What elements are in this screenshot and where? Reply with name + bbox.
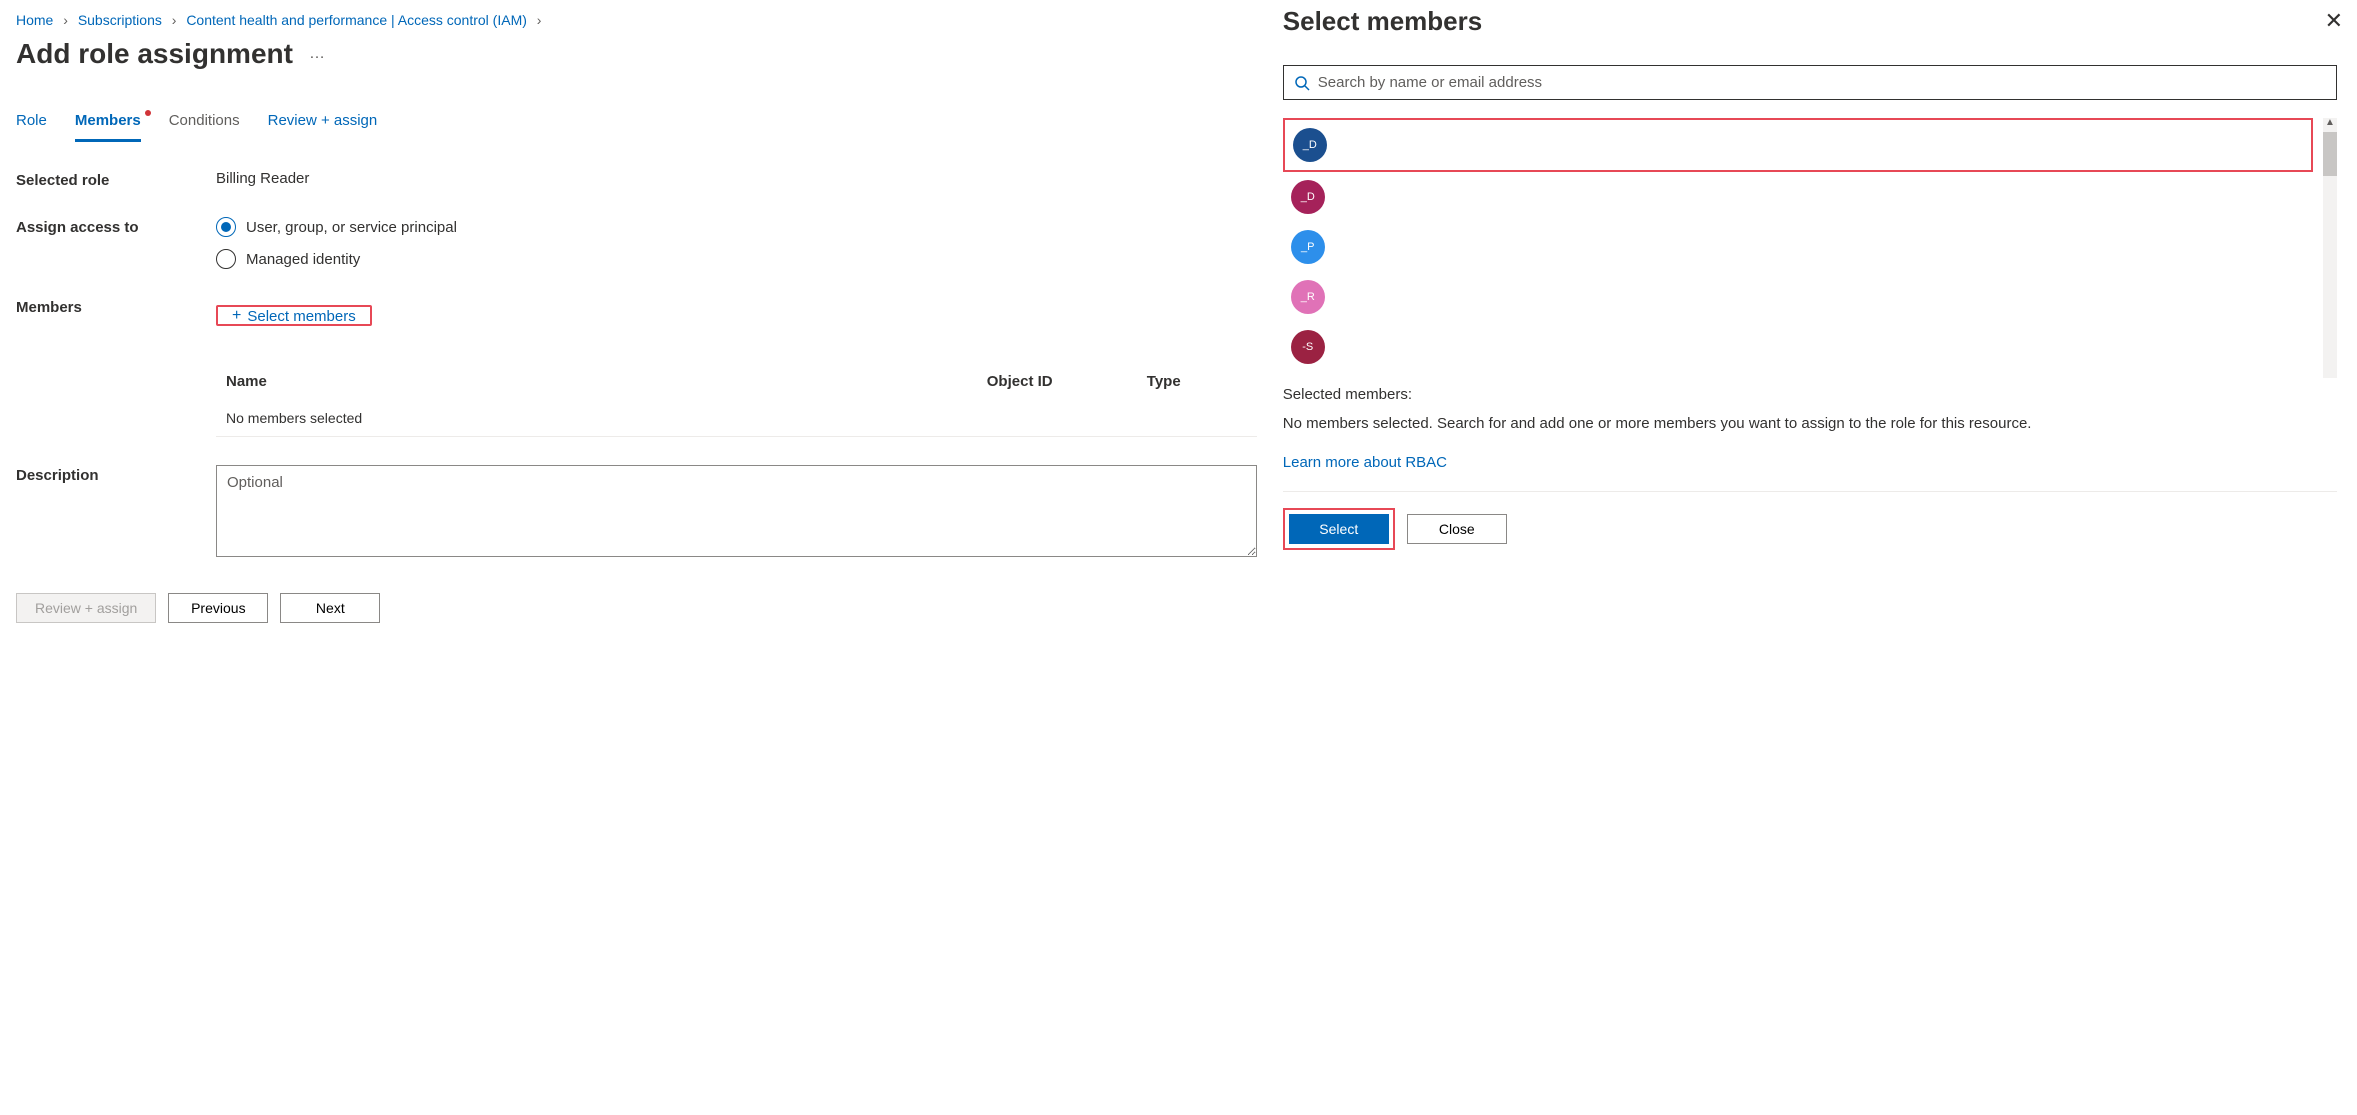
tab-review-assign[interactable]: Review + assign [268,106,378,142]
avatar: _R [1291,280,1325,314]
tab-role[interactable]: Role [16,106,47,142]
selected-members-label: Selected members: [1283,386,2337,403]
select-button[interactable]: Select [1289,514,1389,544]
radio-managed-identity[interactable]: Managed identity [216,249,1257,269]
panel-divider [1283,491,2337,492]
page-title: Add role assignment [16,38,293,70]
search-wrapper [1283,65,2337,100]
description-input[interactable] [216,465,1257,557]
selected-role-value: Billing Reader [216,170,1257,187]
review-assign-button[interactable]: Review + assign [16,593,156,623]
no-members-message: No members selected. Search for and add … [1283,413,2337,436]
selected-role-label: Selected role [16,170,216,189]
chevron-right-icon: › [531,12,548,28]
tab-members[interactable]: Members [75,106,141,142]
close-button[interactable]: Close [1407,514,1507,544]
more-actions-icon[interactable]: … [309,45,327,63]
avatar: -S [1291,330,1325,364]
members-table: Name Object ID Type No members selected [216,363,1257,437]
member-row[interactable]: _D [1283,172,2313,222]
col-header-type: Type [1147,373,1247,390]
learn-rbac-link[interactable]: Learn more about RBAC [1283,454,1447,471]
select-members-highlight: + Select members [216,305,372,326]
avatar: _P [1291,230,1325,264]
member-row[interactable]: _R [1283,272,2313,322]
close-icon[interactable]: ✕ [2325,10,2343,32]
chevron-right-icon: › [166,12,183,28]
description-label: Description [16,465,216,484]
search-icon [1294,75,1310,91]
scroll-up-arrow-icon: ▲ [2323,118,2337,128]
scrollbar-thumb[interactable] [2323,132,2337,176]
breadcrumb-home[interactable]: Home [16,12,53,28]
avatar: _D [1293,128,1327,162]
plus-icon: + [232,307,241,325]
next-button[interactable]: Next [280,593,380,623]
panel-title: Select members [1283,6,2337,37]
tabs: Role Members Conditions Review + assign [16,106,1257,142]
tab-members-label: Members [75,112,141,129]
radio-checked-icon [216,217,236,237]
member-row[interactable]: _P [1283,222,2313,272]
avatar: _D [1291,180,1325,214]
radio-user-label: User, group, or service principal [246,219,457,236]
radio-managed-label: Managed identity [246,251,360,268]
radio-unchecked-icon [216,249,236,269]
scrollbar[interactable]: ▲ [2323,118,2337,378]
members-label: Members [16,297,216,316]
select-members-link[interactable]: + Select members [218,297,370,335]
member-row[interactable]: -S [1283,322,2313,372]
select-button-highlight: Select [1283,508,1395,550]
search-input[interactable] [1318,70,2326,95]
breadcrumb-subscriptions[interactable]: Subscriptions [78,12,162,28]
radio-user-group-sp[interactable]: User, group, or service principal [216,217,1257,237]
assign-access-label: Assign access to [16,217,216,236]
members-empty-message: No members selected [226,410,987,426]
breadcrumb: Home › Subscriptions › Content health an… [16,12,1257,28]
col-header-name: Name [226,373,987,390]
member-list: ▲ _D _D _P _R -S [1283,118,2337,372]
breadcrumb-iam[interactable]: Content health and performance | Access … [186,12,527,28]
col-header-objectid: Object ID [987,373,1147,390]
member-row[interactable]: _D [1283,118,2313,172]
tab-conditions[interactable]: Conditions [169,106,240,142]
attention-dot-icon [145,110,151,116]
previous-button[interactable]: Previous [168,593,268,623]
chevron-right-icon: › [57,12,74,28]
select-members-link-label: Select members [247,308,355,325]
